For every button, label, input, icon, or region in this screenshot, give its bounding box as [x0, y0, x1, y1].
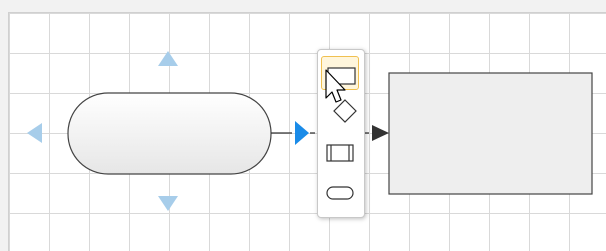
shape-option-terminator[interactable] — [321, 175, 359, 209]
arrow-left-hint-icon[interactable] — [27, 123, 42, 143]
rectangle-shape[interactable] — [388, 72, 593, 195]
rectangle-icon — [327, 67, 356, 85]
diagram-layer — [27, 51, 593, 211]
terminator-shape[interactable] — [67, 92, 272, 175]
diagram-canvas[interactable] — [0, 0, 606, 251]
diamond-icon — [333, 99, 357, 123]
arrow-down-hint-icon[interactable] — [158, 196, 178, 211]
shape-option-diamond[interactable] — [321, 94, 359, 128]
shape-option-process[interactable] — [321, 135, 359, 169]
shape-picker-popup — [317, 49, 365, 218]
shape-option-rectangle[interactable] — [321, 56, 359, 90]
arrow-up-hint-icon[interactable] — [158, 51, 178, 66]
process-icon — [326, 144, 354, 162]
terminator-icon — [326, 186, 354, 200]
connector-arrowhead — [372, 125, 389, 141]
arrow-right-active-icon[interactable] — [295, 121, 309, 145]
